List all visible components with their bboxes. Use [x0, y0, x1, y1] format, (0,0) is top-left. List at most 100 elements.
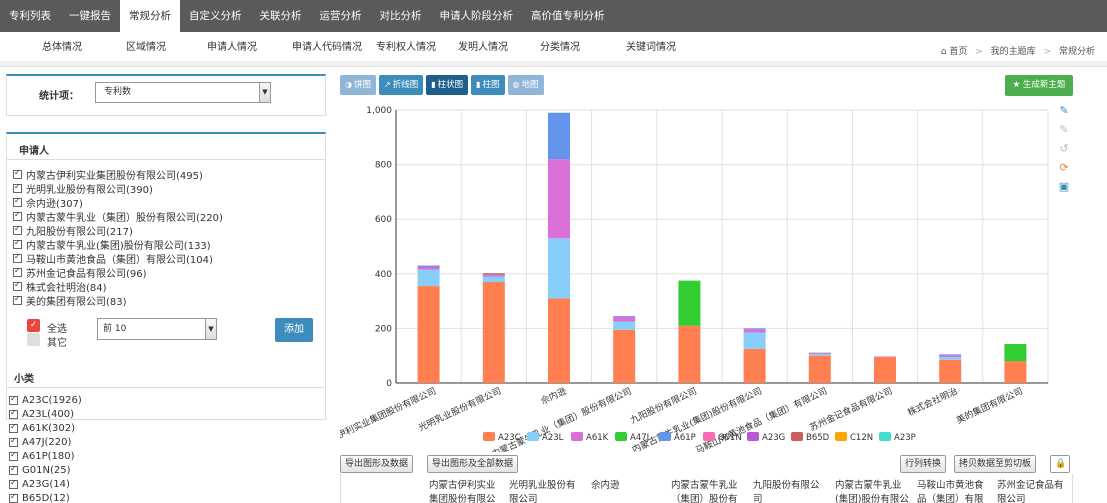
legend-label[interactable]: A23P	[894, 433, 916, 443]
nav-tab[interactable]: 专利列表	[0, 0, 60, 32]
subclass-item[interactable]: A23L(400)	[9, 407, 82, 421]
bar-segment[interactable]	[482, 276, 505, 282]
checkbox[interactable]	[9, 436, 18, 447]
refresh-icon[interactable]: ⟳	[1057, 161, 1071, 180]
subclass-item[interactable]: A23G(14)	[9, 477, 82, 491]
nav-tab[interactable]: 一键报告	[60, 0, 120, 32]
bar-segment[interactable]	[1004, 361, 1027, 383]
breadcrumb-home[interactable]: 首页	[949, 47, 967, 57]
bar-segment[interactable]	[548, 298, 570, 383]
export-chart-button[interactable]: 导出图形及数据	[340, 455, 414, 473]
bar-segment[interactable]	[548, 112, 570, 160]
checkbox[interactable]	[9, 422, 18, 433]
legend-swatch[interactable]	[791, 432, 803, 441]
nav-tab[interactable]: 高价值专利分析	[522, 0, 614, 32]
bar-segment[interactable]	[548, 238, 570, 299]
save-icon[interactable]: ▣	[1057, 180, 1071, 199]
bar-segment[interactable]	[482, 273, 505, 275]
subclass-item[interactable]: A61K(302)	[9, 421, 82, 435]
applicant-item[interactable]: 佘内逊(307)	[13, 195, 223, 210]
legend-swatch[interactable]	[571, 432, 583, 441]
bar-segment[interactable]	[743, 329, 766, 333]
bar-segment[interactable]	[939, 355, 962, 358]
applicant-item[interactable]: 苏州金记食品有限公司(96)	[13, 265, 223, 280]
legend-label[interactable]: A23G	[762, 433, 785, 443]
applicant-item[interactable]: 美的集团有限公司(83)	[13, 293, 223, 308]
legend-swatch[interactable]	[659, 432, 671, 441]
chart-type-button[interactable]: ▮ 柱状图	[426, 75, 469, 95]
nav-tab[interactable]: 申请人阶段分析	[431, 0, 523, 32]
applicant-item[interactable]: 内蒙古伊利实业集团股份有限公司(495)	[13, 167, 223, 182]
bar-segment[interactable]	[808, 353, 831, 354]
bar-segment[interactable]	[417, 265, 440, 267]
generate-topic-button[interactable]: ★ 生成新主题	[1005, 75, 1073, 96]
legend-label[interactable]: A47J	[630, 433, 649, 443]
subclass-item[interactable]: A47J(220)	[9, 435, 82, 449]
legend-label[interactable]: B65D	[806, 433, 830, 443]
bar-segment[interactable]	[613, 317, 636, 322]
bar-segment[interactable]	[613, 329, 636, 383]
legend-label[interactable]: C12N	[850, 433, 873, 443]
applicant-item[interactable]: 株式会社明治(84)	[13, 279, 223, 294]
bar-segment[interactable]	[417, 286, 440, 383]
bar-segment[interactable]	[482, 275, 505, 277]
top-n-select[interactable]: 前 10 ▼	[97, 318, 217, 340]
bar-segment[interactable]	[678, 280, 701, 326]
applicant-item[interactable]: 内蒙古蒙牛乳业(集团)股份有限公司(133)	[13, 237, 223, 252]
legend-label[interactable]: A61K	[586, 433, 609, 443]
subclass-item[interactable]: G01N(25)	[9, 463, 82, 477]
eraser-icon[interactable]: ✎	[1057, 123, 1071, 142]
legend-swatch[interactable]	[527, 432, 539, 441]
legend-swatch[interactable]	[879, 432, 891, 441]
checkbox[interactable]	[13, 238, 22, 249]
bar-segment[interactable]	[874, 356, 896, 358]
checkbox[interactable]	[9, 450, 18, 461]
checkbox[interactable]	[13, 168, 22, 179]
bar-segment[interactable]	[808, 353, 831, 355]
bar-segment[interactable]	[1004, 343, 1027, 362]
nav-tab[interactable]: 自定义分析	[180, 0, 251, 32]
nav-tab[interactable]: 常规分析	[120, 0, 180, 32]
applicant-item[interactable]: 马鞍山市黄池食品（集团）有限公司(104)	[13, 251, 223, 266]
legend-swatch[interactable]	[615, 432, 627, 441]
stat-item-select[interactable]: 专利数 ▼	[95, 82, 271, 103]
subnav-item[interactable]: 发明人情况	[458, 38, 508, 53]
checkbox[interactable]	[13, 294, 22, 305]
bar-segment[interactable]	[482, 274, 505, 276]
checkbox[interactable]	[9, 478, 18, 489]
bar-segment[interactable]	[482, 281, 505, 383]
legend-label[interactable]: A23L	[542, 433, 564, 443]
add-button[interactable]: 添加	[275, 318, 313, 342]
checkbox[interactable]	[9, 394, 18, 405]
nav-tab[interactable]: 对比分析	[371, 0, 431, 32]
bar-segment[interactable]	[613, 316, 636, 317]
checkbox[interactable]	[13, 280, 22, 291]
bar-segment[interactable]	[548, 159, 570, 239]
subnav-item[interactable]: 分类情况	[540, 38, 580, 53]
legend-swatch[interactable]	[483, 432, 495, 441]
bar-segment[interactable]	[808, 352, 831, 354]
bar-segment[interactable]	[939, 357, 962, 360]
bar-segment[interactable]	[808, 354, 831, 356]
legend-swatch[interactable]	[835, 432, 847, 441]
bar-segment[interactable]	[939, 359, 962, 383]
nav-tab[interactable]: 运营分析	[311, 0, 371, 32]
others-checkbox[interactable]	[27, 333, 40, 346]
bar-segment[interactable]	[417, 267, 440, 270]
applicant-item[interactable]: 内蒙古蒙牛乳业（集团）股份有限公司(220)	[13, 209, 223, 224]
bar-segment[interactable]	[417, 266, 440, 268]
checkbox[interactable]	[13, 182, 22, 193]
bar-segment[interactable]	[678, 325, 701, 383]
subnav-item[interactable]: 申请人情况	[207, 38, 257, 53]
subclass-item[interactable]: A61P(180)	[9, 449, 82, 463]
select-all-checkbox[interactable]: ✓	[27, 319, 40, 332]
checkbox[interactable]	[9, 492, 18, 503]
bar-segment[interactable]	[417, 269, 440, 287]
legend-label[interactable]: A23C	[498, 433, 521, 443]
applicant-item[interactable]: 光明乳业股份有限公司(390)	[13, 181, 223, 196]
legend-swatch[interactable]	[747, 432, 759, 441]
bar-segment[interactable]	[743, 328, 766, 330]
subnav-item[interactable]: 关键词情况	[626, 38, 676, 53]
subnav-item[interactable]: 区域情况	[126, 38, 166, 53]
export-all-button[interactable]: 导出图形及全部数据	[427, 455, 519, 473]
